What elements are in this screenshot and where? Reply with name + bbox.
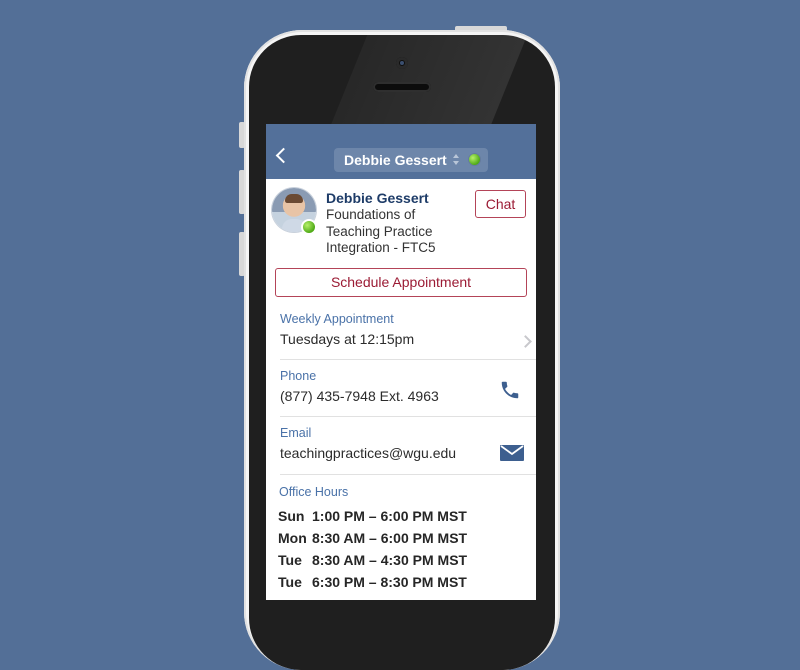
navigation-bar: Debbie Gessert [266,124,536,179]
office-hours-row: Tue 6:30 PM – 8:30 PM MST [278,574,467,590]
front-camera [396,57,408,69]
phone-number: (877) 435-7948 Ext. 4963 [280,388,439,404]
earpiece-speaker [373,82,431,92]
email-label: Email [280,426,312,440]
weekly-appointment-label: Weekly Appointment [280,312,394,326]
email-row: Email teachingpractices@wgu.edu [280,426,532,474]
office-hours-row: Sun 1:00 PM – 6:00 PM MST [278,508,467,524]
office-hours-time: 1:00 PM – 6:00 PM MST [312,508,467,524]
weekly-appointment-row[interactable]: Weekly Appointment Tuesdays at 12:15pm [280,312,532,360]
divider [280,416,536,417]
online-status-icon [469,154,480,165]
back-chevron-icon[interactable] [274,147,288,163]
divider [280,359,536,360]
office-hours-day: Tue [278,574,302,590]
envelope-icon[interactable] [500,445,524,461]
office-hours-time: 8:30 AM – 6:00 PM MST [312,530,468,546]
sort-arrows-icon [453,154,461,168]
divider [280,474,536,475]
office-hours-time: 6:30 PM – 8:30 PM MST [312,574,467,590]
office-hours-row: Tue 8:30 AM – 4:30 PM MST [278,552,467,568]
chat-button[interactable]: Chat [475,190,526,218]
phone-label: Phone [280,369,317,383]
office-hours-day: Tue [278,552,302,568]
contact-switcher[interactable]: Debbie Gessert [334,148,488,172]
online-status-badge [303,221,315,233]
app-screen: Debbie Gessert Debbie Gessert Foundation… [266,124,536,600]
nav-title: Debbie Gessert [344,152,447,168]
office-hours-time: 8:30 AM – 4:30 PM MST [312,552,468,568]
phone-icon[interactable] [499,379,521,401]
office-hours-row: Mon 8:30 AM – 6:00 PM MST [278,530,467,546]
phone-row: Phone (877) 435-7948 Ext. 4963 [280,369,532,417]
schedule-appointment-button[interactable]: Schedule Appointment [275,268,527,297]
mentor-name: Debbie Gessert [326,190,429,206]
weekly-appointment-value: Tuesdays at 12:15pm [280,331,415,347]
course-title: Foundations of Teaching Practice Integra… [326,207,436,255]
office-hours-day: Sun [278,508,305,524]
office-hours-day: Mon [278,530,307,546]
email-address: teachingpractices@wgu.edu [280,445,457,461]
office-hours-label: Office Hours [279,485,349,499]
